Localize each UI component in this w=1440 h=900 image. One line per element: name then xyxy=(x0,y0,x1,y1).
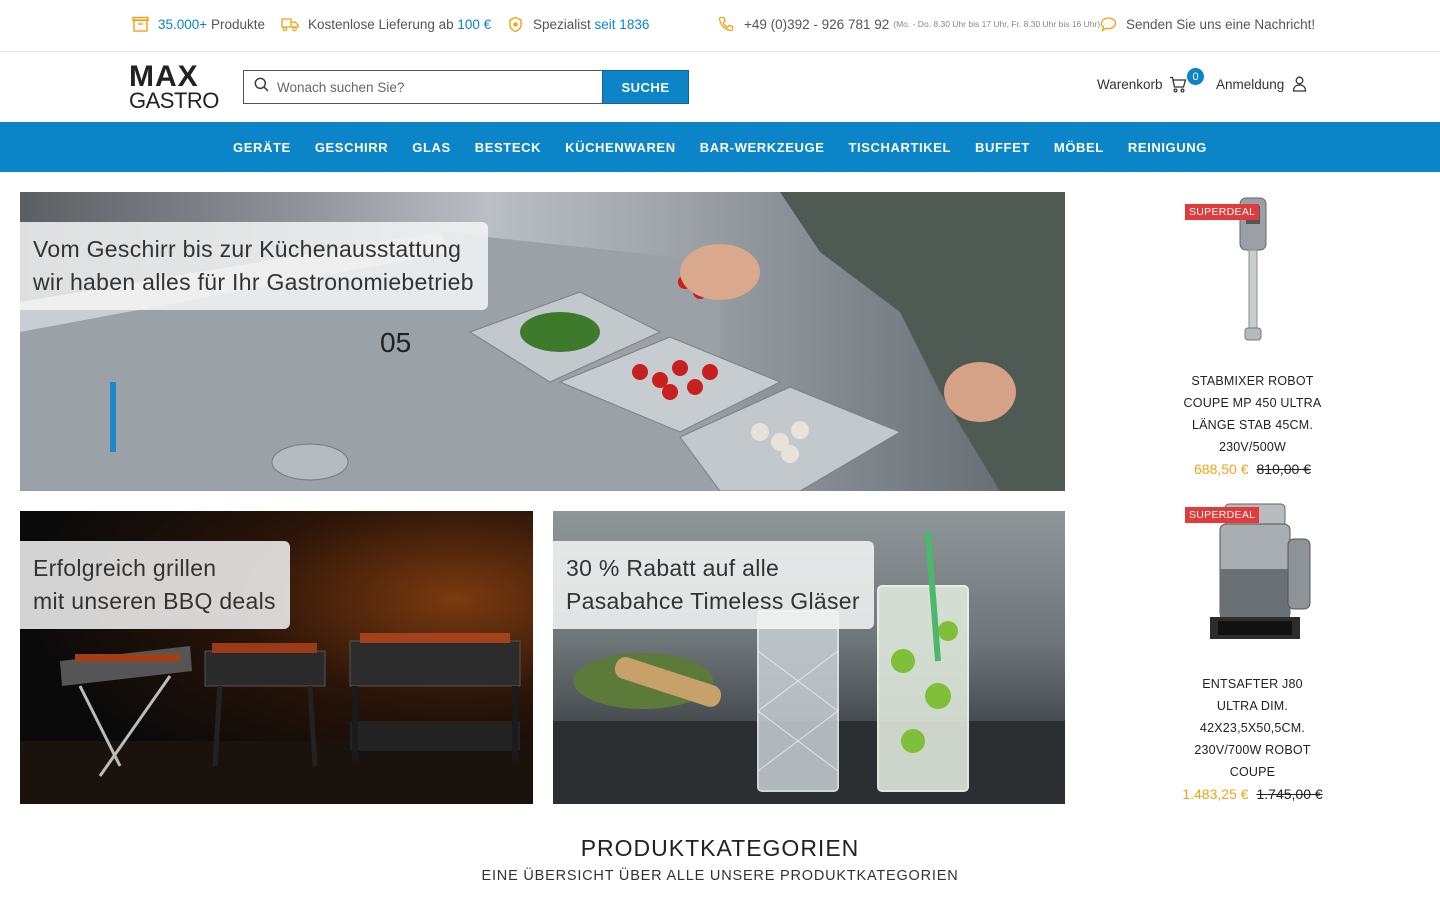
product-price: 688,50 € xyxy=(1194,461,1249,477)
logo-line1: MAX xyxy=(129,60,199,93)
products-label: Produkte xyxy=(210,16,265,32)
top-info-bar: 35.000+ Produkte Kostenlose Lieferung ab… xyxy=(0,0,1440,52)
truck-icon xyxy=(281,15,299,33)
products-count: 35.000+ xyxy=(158,16,208,32)
delivery-label: Kostenlose Lieferung ab xyxy=(308,16,454,32)
search-field xyxy=(243,70,602,104)
banner-bbq-caption: Erfolgreich grillen mit unseren BBQ deal… xyxy=(20,541,290,629)
banner-bbq[interactable]: Erfolgreich grillen mit unseren BBQ deal… xyxy=(20,511,533,804)
phone-contact[interactable]: +49 (0)392 - 926 781 92 (Mo. - Do. 8.30 … xyxy=(717,0,1100,48)
phone-number[interactable]: +49 (0)392 - 926 781 92 xyxy=(744,17,889,32)
product-name[interactable]: STABMIXER ROBOT COUPE MP 450 ULTRA LÄNGE… xyxy=(1180,370,1325,458)
superdeal-badge: SUPERDEAL xyxy=(1185,507,1260,523)
nav-item-besteck[interactable]: BESTECK xyxy=(475,140,541,155)
product-image[interactable]: SUPERDEAL xyxy=(1180,196,1325,346)
product-prices: 688,50 € 810,00 € xyxy=(1180,458,1325,480)
nav-item-tischartikel[interactable]: TISCHARTIKEL xyxy=(849,140,952,155)
product-card[interactable]: SUPERDEAL ENTSAFTER J80 ULTRA DIM. 42X23… xyxy=(1180,499,1325,805)
product-old-price: 1.745,00 € xyxy=(1256,786,1323,802)
product-image[interactable]: SUPERDEAL xyxy=(1180,499,1325,649)
banner-bbq-line2: mit unseren BBQ deals xyxy=(33,588,276,614)
banner-kitchen[interactable]: 05 Vom Geschirr bis zur Küchenausstattun… xyxy=(20,192,1065,491)
cart-label[interactable]: Warenkorb xyxy=(1097,77,1163,92)
usp-products: 35.000+ Produkte xyxy=(131,0,265,48)
product-prices: 1.483,25 € 1.745,00 € xyxy=(1180,783,1325,805)
product-price: 1.483,25 € xyxy=(1182,786,1249,802)
login-label[interactable]: Anmeldung xyxy=(1216,77,1284,92)
nav-item-geraete[interactable]: GERÄTE xyxy=(233,140,291,155)
message-label[interactable]: Senden Sie uns eine Nachricht! xyxy=(1126,17,1315,32)
nav-item-moebel[interactable]: MÖBEL xyxy=(1054,140,1104,155)
usp-specialist: Spezialist seit 1836 xyxy=(506,0,649,48)
chat-icon xyxy=(1099,15,1117,33)
cart-icon[interactable] xyxy=(1169,76,1187,93)
product-card[interactable]: SUPERDEAL STABMIXER ROBOT COUPE MP 450 U… xyxy=(1180,196,1325,480)
login-link[interactable]: Anmeldung xyxy=(1216,76,1307,92)
message-link[interactable]: Senden Sie uns eine Nachricht! xyxy=(1099,0,1315,48)
banner-kitchen-line1: Vom Geschirr bis zur Küchenausstattung xyxy=(33,236,462,262)
nav-item-bar-werkzeuge[interactable]: BAR-WERKZEUGE xyxy=(700,140,825,155)
banner-kitchen-caption: Vom Geschirr bis zur Küchenausstattung w… xyxy=(20,222,488,310)
badge-icon xyxy=(506,15,524,33)
product-name[interactable]: ENTSAFTER J80 ULTRA DIM. 42X23,5X50,5CM.… xyxy=(1180,673,1325,783)
delivery-amount: 100 € xyxy=(457,16,492,32)
user-icon[interactable] xyxy=(1292,76,1307,92)
nav-item-buffet[interactable]: BUFFET xyxy=(975,140,1030,155)
banner-glass-line2: Pasabahce Timeless Gläser xyxy=(566,588,860,614)
specialist-label: Spezialist xyxy=(533,16,591,32)
banner-kitchen-line2: wir haben alles für Ihr Gastronomiebetri… xyxy=(33,269,474,295)
categories-subtitle: EINE ÜBERSICHT ÜBER ALLE UNSERE PRODUKTK… xyxy=(481,868,959,884)
search-button[interactable]: SUCHE xyxy=(602,70,689,104)
search-icon xyxy=(254,77,269,97)
svg-text:05: 05 xyxy=(380,327,411,358)
superdeal-badge: SUPERDEAL xyxy=(1185,204,1260,220)
logo[interactable]: MAX GASTRO xyxy=(129,60,219,113)
usp-delivery: Kostenlose Lieferung ab 100 € xyxy=(281,0,491,48)
search-bar: SUCHE xyxy=(243,70,689,104)
nav-item-kuechenwaren[interactable]: KÜCHENWAREN xyxy=(565,140,676,155)
search-input[interactable] xyxy=(277,79,577,95)
cart-link[interactable]: Warenkorb 0 xyxy=(1097,68,1204,93)
banner-glass[interactable]: 30 % Rabatt auf alle Pasabahce Timeless … xyxy=(553,511,1065,804)
banner-glass-caption: 30 % Rabatt auf alle Pasabahce Timeless … xyxy=(553,541,874,629)
phone-hours: (Mo. - Do. 8.30 Uhr bis 17 Uhr, Fr. 8.30… xyxy=(893,19,1101,29)
phone-icon xyxy=(717,15,735,33)
logo-line2: GASTRO xyxy=(129,88,219,113)
nav-item-reinigung[interactable]: REINIGUNG xyxy=(1128,140,1207,155)
nav-item-glas[interactable]: GLAS xyxy=(412,140,451,155)
specialist-since: seit 1836 xyxy=(594,16,650,32)
banner-bbq-line1: Erfolgreich grillen xyxy=(33,555,217,581)
banner-glass-line1: 30 % Rabatt auf alle xyxy=(566,555,780,581)
site-header: MAX GASTRO SUCHE Warenkorb 0 Anmeldung xyxy=(0,52,1440,122)
nav-item-geschirr[interactable]: GESCHIRR xyxy=(315,140,388,155)
main-navigation: GERÄTE GESCHIRR GLAS BESTECK KÜCHENWAREN… xyxy=(0,122,1440,172)
categories-title: PRODUKTKATEGORIEN xyxy=(580,835,860,861)
cart-count-badge: 0 xyxy=(1187,68,1204,85)
box-icon xyxy=(131,15,149,33)
product-old-price: 810,00 € xyxy=(1256,461,1312,477)
